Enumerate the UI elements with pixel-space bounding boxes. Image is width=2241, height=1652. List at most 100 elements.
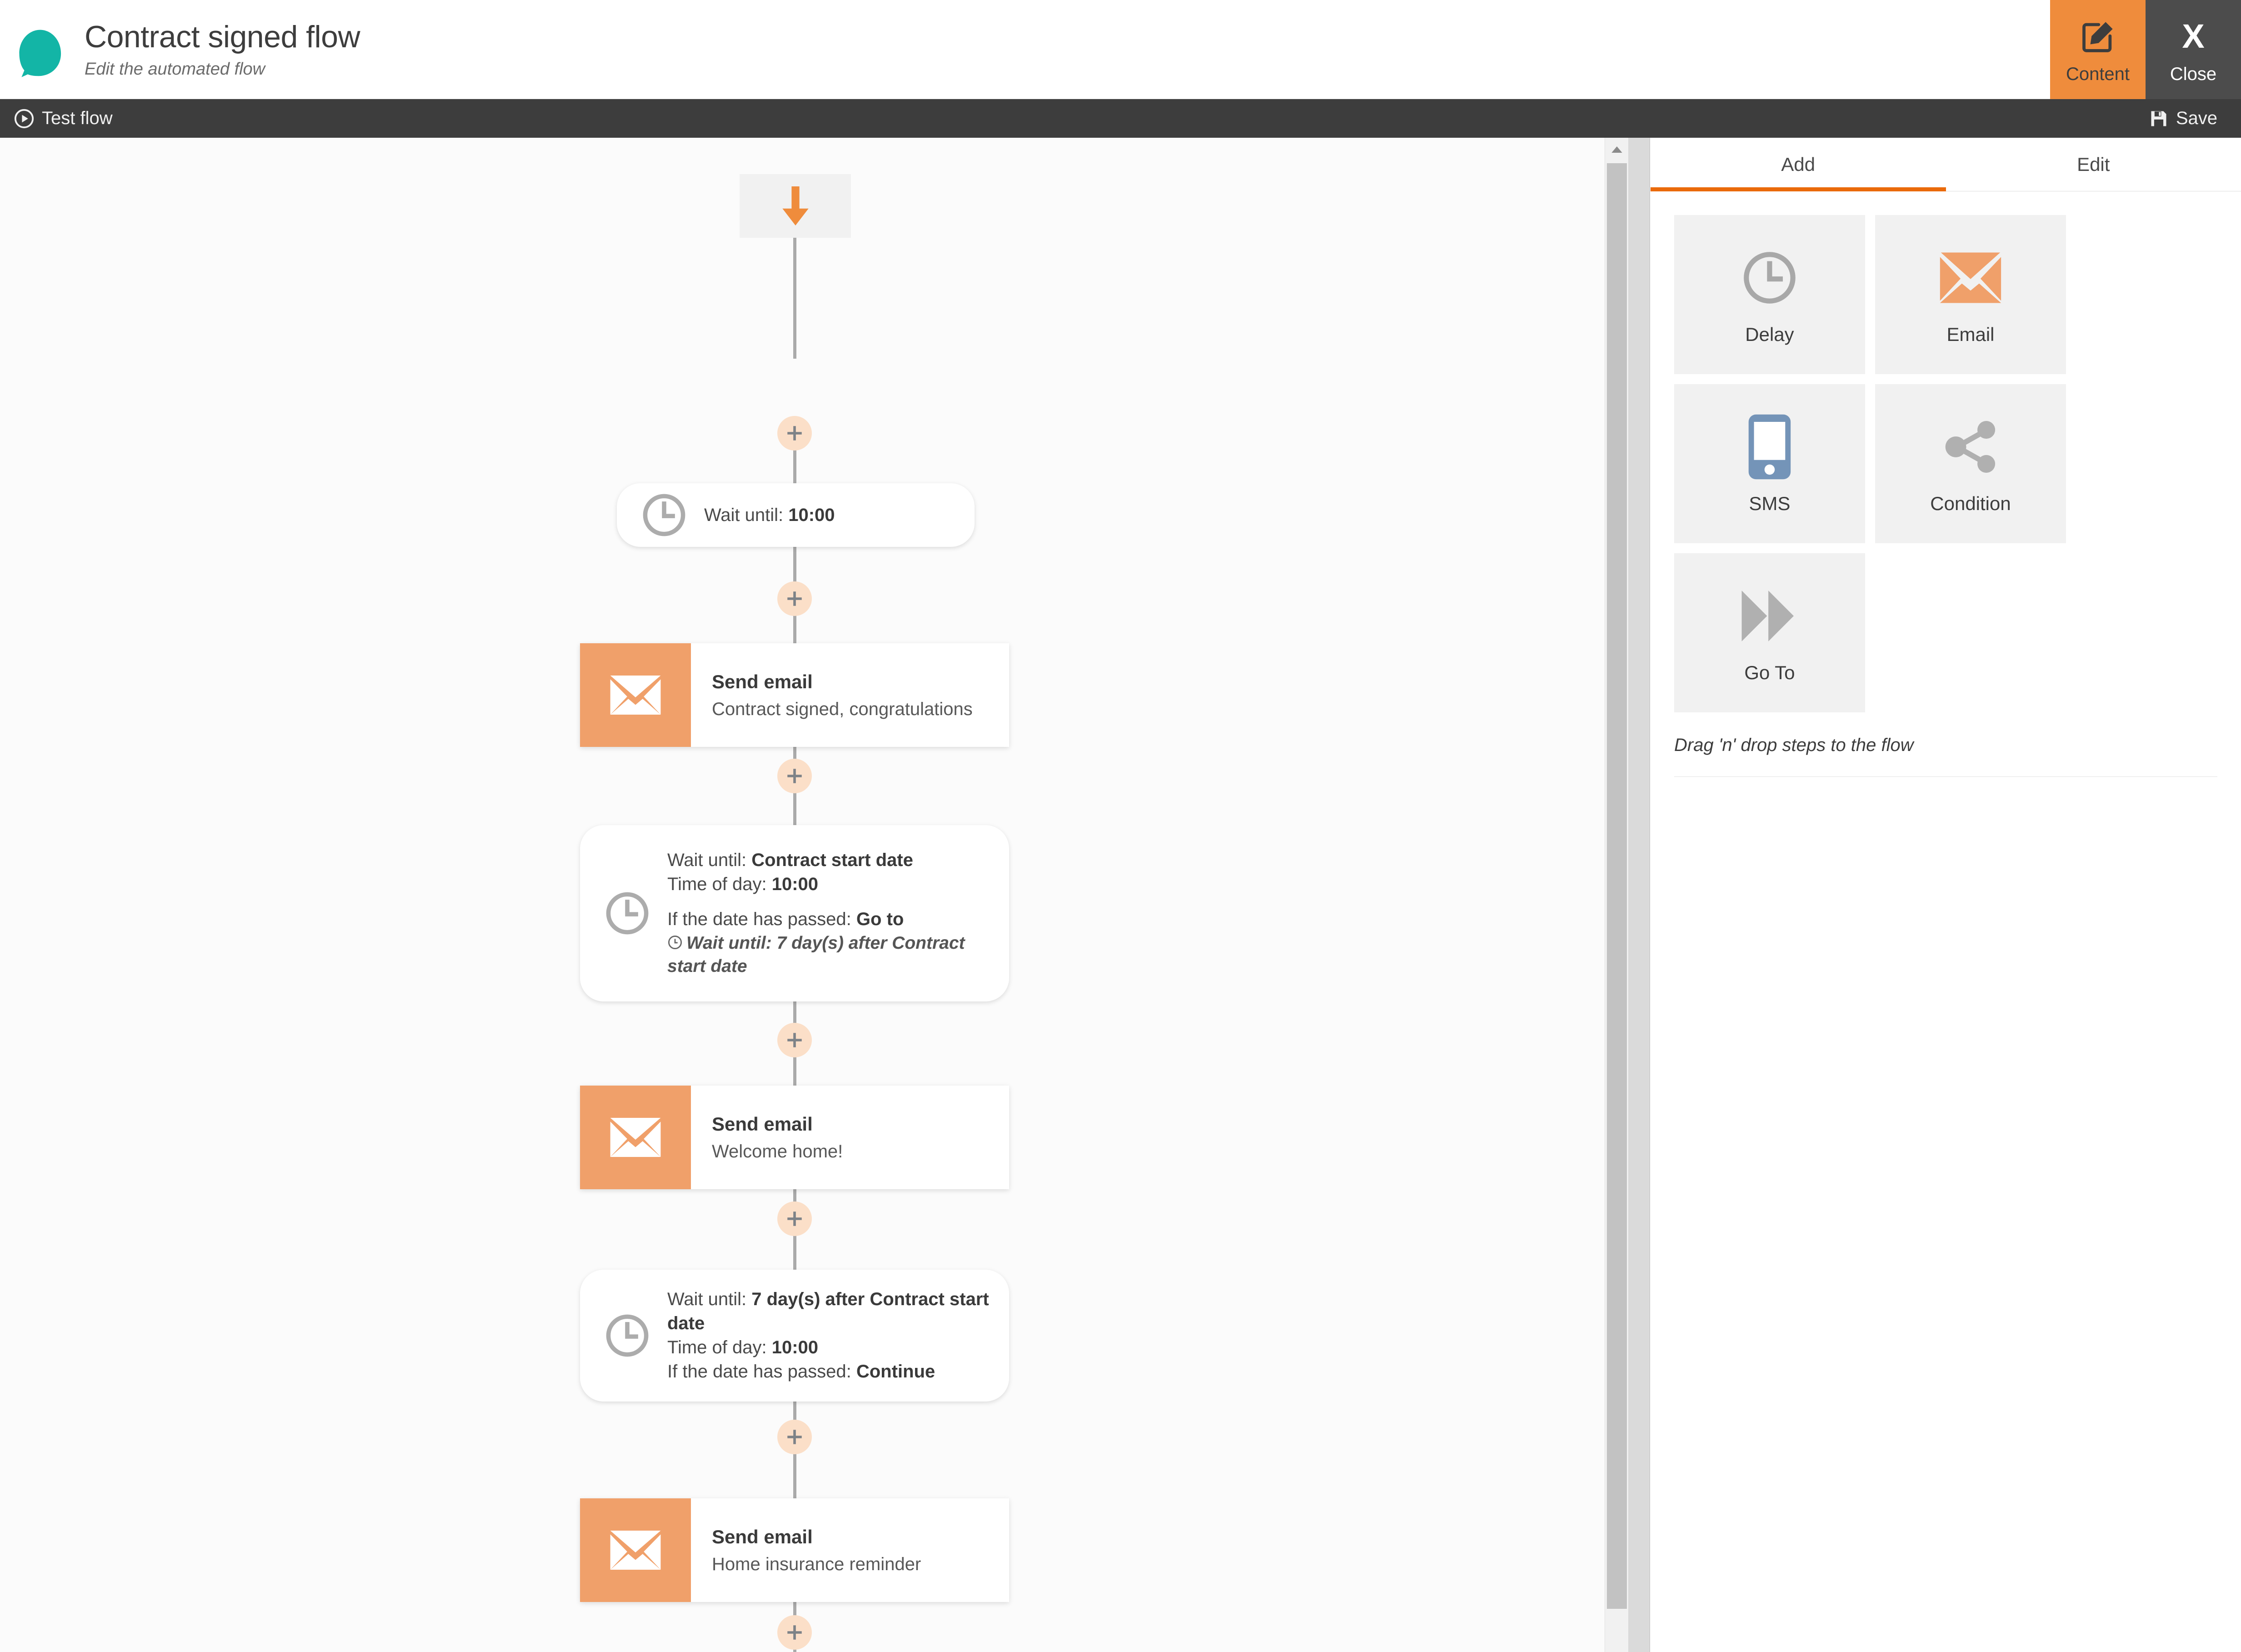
save-label: Save xyxy=(2176,108,2217,129)
email-details: Send email Home insurance reminder xyxy=(691,1498,921,1602)
email-title: Send email xyxy=(712,1526,921,1548)
palette-item-label: Delay xyxy=(1745,324,1794,345)
plus-icon xyxy=(785,424,804,443)
flow-diagram: Wait until: 10:00 Send emai xyxy=(0,138,1605,1652)
email-icon-box xyxy=(580,1498,691,1602)
flow-step-email[interactable]: Send email Home insurance reminder xyxy=(580,1498,1009,1602)
content-button[interactable]: Content xyxy=(2050,0,2146,99)
floppy-disk-save-icon xyxy=(2149,109,2169,129)
email-title: Send email xyxy=(712,671,973,693)
palette-item-condition[interactable]: Condition xyxy=(1875,384,2066,543)
flow-step-delay[interactable]: Wait until: Contract start date Time of … xyxy=(580,825,1009,1001)
close-button[interactable]: X Close xyxy=(2146,0,2241,99)
delay-details: Wait until: 7 day(s) after Contract star… xyxy=(667,1287,991,1383)
delay-details: Wait until: Contract start date Time of … xyxy=(667,848,991,978)
delay-line-value: 10:00 xyxy=(788,505,835,525)
flow-step-email[interactable]: Send email Contract signed, congratulati… xyxy=(580,643,1009,747)
delay-line: Wait until: 10:00 xyxy=(704,503,835,527)
delay-line-label: Wait until: xyxy=(667,850,751,870)
mobile-phone-icon xyxy=(1747,413,1792,481)
envelope-icon xyxy=(607,1114,664,1161)
plus-icon xyxy=(785,1623,804,1642)
clock-icon xyxy=(604,1312,651,1359)
delay-line: Time of day: 10:00 xyxy=(667,1336,991,1360)
share-nodes-icon xyxy=(1940,413,2001,481)
scroll-up-button[interactable] xyxy=(1605,138,1629,161)
plus-icon xyxy=(785,589,804,608)
flow-step-email[interactable]: Send email Welcome home! xyxy=(580,1086,1009,1189)
app-header: Contract signed flow Edit the automated … xyxy=(0,0,2241,99)
tab-edit[interactable]: Edit xyxy=(1946,138,2241,191)
palette-item-email[interactable]: Email xyxy=(1875,215,2066,374)
flow-trigger-node[interactable] xyxy=(740,174,851,238)
arrow-down-icon xyxy=(780,186,811,225)
fast-forward-icon xyxy=(1739,582,1800,650)
drag-drop-hint: Drag 'n' drop steps to the flow xyxy=(1674,735,2241,756)
plus-icon xyxy=(785,1427,804,1447)
add-step-button[interactable] xyxy=(777,1201,812,1236)
plus-icon xyxy=(785,1209,804,1228)
test-flow-button[interactable]: Test flow xyxy=(14,108,113,129)
delay-line-value: Go to xyxy=(856,909,904,929)
delay-goto-target: Wait until: 7 day(s) after Contract star… xyxy=(667,931,991,978)
delay-line: If the date has passed: Continue xyxy=(667,1360,991,1384)
palette-item-label: Go To xyxy=(1744,662,1795,684)
plus-icon xyxy=(785,766,804,786)
plus-icon xyxy=(785,1031,804,1050)
canvas-scrollbar[interactable] xyxy=(1605,138,1628,1652)
delay-line-label: If the date has passed: xyxy=(667,909,856,929)
email-details: Send email Welcome home! xyxy=(691,1086,843,1189)
email-details: Send email Contract signed, congratulati… xyxy=(691,643,973,747)
delay-line-label: Wait until: xyxy=(667,1289,751,1309)
delay-line: Wait until: Contract start date xyxy=(667,848,991,872)
delay-line-value: Contract start date xyxy=(751,850,913,870)
flow-canvas[interactable]: Wait until: 10:00 Send emai xyxy=(0,138,1605,1652)
speech-bubble-icon xyxy=(13,25,66,79)
delay-line-value: 10:00 xyxy=(772,874,818,894)
panel-tabs: Add Edit xyxy=(1651,138,2241,191)
panel-divider xyxy=(1628,138,1650,1652)
play-circle-icon xyxy=(14,108,35,129)
add-step-button[interactable] xyxy=(777,759,812,793)
active-tab-indicator xyxy=(1651,187,1946,191)
tab-add[interactable]: Add xyxy=(1651,138,1946,191)
clock-icon xyxy=(604,890,651,937)
add-step-button[interactable] xyxy=(777,1615,812,1650)
delay-line: Wait until: 7 day(s) after Contract star… xyxy=(667,1287,991,1336)
palette-item-sms[interactable]: SMS xyxy=(1674,384,1865,543)
save-button[interactable]: Save xyxy=(2149,108,2217,129)
flow-toolbar: Test flow Save xyxy=(0,99,2241,138)
add-step-button[interactable] xyxy=(777,581,812,616)
chevron-up-icon xyxy=(1611,145,1623,154)
palette-item-goto[interactable]: Go To xyxy=(1674,553,1865,712)
steps-panel: Add Edit Delay Email xyxy=(1651,138,2241,1652)
email-icon-box xyxy=(580,1086,691,1189)
delay-line-value: 10:00 xyxy=(772,1337,818,1357)
delay-line-value: Continue xyxy=(856,1362,935,1382)
palette-item-label: Condition xyxy=(1930,493,2011,515)
envelope-icon xyxy=(1937,244,2004,312)
edit-pencil-square-icon xyxy=(2078,15,2117,59)
add-step-button[interactable] xyxy=(777,1420,812,1454)
flow-step-delay[interactable]: Wait until: 10:00 xyxy=(617,483,975,547)
flow-connector-line xyxy=(793,272,796,359)
add-step-button[interactable] xyxy=(777,1023,812,1057)
page-subtitle: Edit the automated flow xyxy=(85,60,360,79)
palette-item-label: SMS xyxy=(1749,493,1790,515)
header-actions: Content X Close xyxy=(2050,0,2241,99)
delay-line: Time of day: 10:00 xyxy=(667,872,991,896)
scrollbar-thumb[interactable] xyxy=(1607,163,1627,1609)
palette-item-delay[interactable]: Delay xyxy=(1674,215,1865,374)
flow-step-delay[interactable]: Wait until: 7 day(s) after Contract star… xyxy=(580,1270,1009,1402)
clock-icon xyxy=(667,935,683,950)
add-step-button[interactable] xyxy=(777,416,812,451)
brand: Contract signed flow Edit the automated … xyxy=(13,21,360,79)
delay-line-label: Wait until: xyxy=(704,505,788,525)
delay-line-label: Time of day: xyxy=(667,1337,772,1357)
email-subject: Welcome home! xyxy=(712,1141,843,1162)
content-button-label: Content xyxy=(2066,64,2130,85)
step-palette: Delay Email SMS xyxy=(1651,191,2241,722)
email-title: Send email xyxy=(712,1113,843,1135)
email-icon-box xyxy=(580,643,691,747)
goto-target-text: Wait until: 7 day(s) after Contract star… xyxy=(667,933,965,976)
